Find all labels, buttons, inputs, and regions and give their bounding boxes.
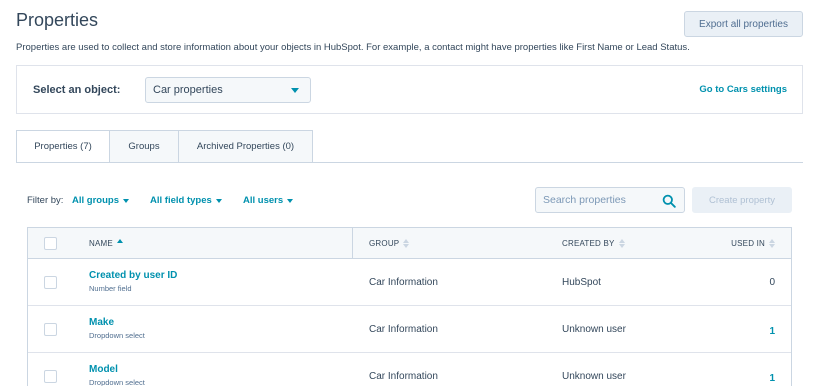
property-name-link[interactable]: Created by user ID xyxy=(89,270,177,281)
property-field-type: Dropdown select xyxy=(89,378,145,386)
create-property-button[interactable]: Create property xyxy=(692,187,792,213)
property-used-in-link[interactable]: 1 xyxy=(769,326,775,337)
column-header-created-by-label: CREATED BY xyxy=(562,239,615,248)
table-row: Model Dropdown select Car Information Un… xyxy=(28,353,791,386)
row-checkbox[interactable] xyxy=(44,370,57,383)
column-header-group-label: GROUP xyxy=(369,239,400,248)
row-checkbox[interactable] xyxy=(44,276,57,289)
filter-field-types-dropdown[interactable]: All field types xyxy=(150,195,222,206)
tab-groups[interactable]: Groups xyxy=(110,130,179,163)
column-header-group[interactable]: GROUP xyxy=(369,239,410,248)
caret-down-icon xyxy=(122,198,129,203)
property-group: Car Information xyxy=(369,277,438,288)
search-icon[interactable] xyxy=(662,194,676,208)
column-header-used-in[interactable]: USED IN xyxy=(731,239,775,248)
sort-icon xyxy=(618,239,625,248)
filter-groups-dropdown[interactable]: All groups xyxy=(72,195,129,206)
object-select-value: Car properties xyxy=(153,84,223,96)
sort-icon xyxy=(769,239,775,248)
row-checkbox[interactable] xyxy=(44,323,57,336)
filter-groups-label: All groups xyxy=(72,195,119,206)
caret-down-icon xyxy=(287,198,294,203)
object-select-dropdown[interactable]: Car properties xyxy=(145,77,311,103)
filter-field-types-label: All field types xyxy=(150,195,212,206)
property-name-link[interactable]: Model xyxy=(89,364,118,375)
column-header-name-label: NAME xyxy=(89,239,113,248)
search-box xyxy=(535,187,685,213)
search-input[interactable] xyxy=(536,188,656,212)
tabs-divider xyxy=(16,162,803,163)
property-created-by: HubSpot xyxy=(562,277,601,288)
table-header: NAME GROUP CREATED BY USED IN xyxy=(28,228,791,259)
column-header-name[interactable]: NAME xyxy=(89,239,123,248)
property-name-link[interactable]: Make xyxy=(89,317,114,328)
property-created-by: Unknown user xyxy=(562,324,626,335)
table-row: Created by user ID Number field Car Info… xyxy=(28,259,791,306)
sort-icon xyxy=(403,239,410,248)
go-to-settings-link[interactable]: Go to Cars settings xyxy=(699,84,787,95)
filter-label: Filter by: xyxy=(27,195,64,206)
table-row: Make Dropdown select Car Information Unk… xyxy=(28,306,791,353)
property-field-type: Number field xyxy=(89,284,132,293)
object-selector-label: Select an object: xyxy=(33,84,121,96)
sort-ascending-icon xyxy=(116,239,123,248)
column-divider xyxy=(352,228,353,259)
property-created-by: Unknown user xyxy=(562,371,626,382)
caret-down-icon xyxy=(215,198,222,203)
object-selector-card: Select an object: Car properties Go to C… xyxy=(16,65,803,114)
property-used-in: 0 xyxy=(769,277,775,288)
export-all-properties-button[interactable]: Export all properties xyxy=(684,11,803,37)
column-header-created-by[interactable]: CREATED BY xyxy=(562,239,625,248)
property-group: Car Information xyxy=(369,324,438,335)
property-used-in-link[interactable]: 1 xyxy=(769,373,775,384)
page-title: Properties xyxy=(16,10,99,30)
caret-down-icon xyxy=(291,88,299,93)
property-field-type: Dropdown select xyxy=(89,331,145,340)
property-group: Car Information xyxy=(369,371,438,382)
tab-archived-properties[interactable]: Archived Properties (0) xyxy=(179,130,313,163)
properties-table: NAME GROUP CREATED BY USED IN Created by… xyxy=(27,227,792,386)
tab-properties[interactable]: Properties (7) xyxy=(16,130,110,163)
filter-users-dropdown[interactable]: All users xyxy=(243,195,294,206)
filter-users-label: All users xyxy=(243,195,284,206)
page-description: Properties are used to collect and store… xyxy=(16,42,690,53)
column-header-used-in-label: USED IN xyxy=(731,239,765,248)
select-all-checkbox[interactable] xyxy=(44,237,57,250)
tab-bar: Properties (7) Groups Archived Propertie… xyxy=(16,130,313,163)
